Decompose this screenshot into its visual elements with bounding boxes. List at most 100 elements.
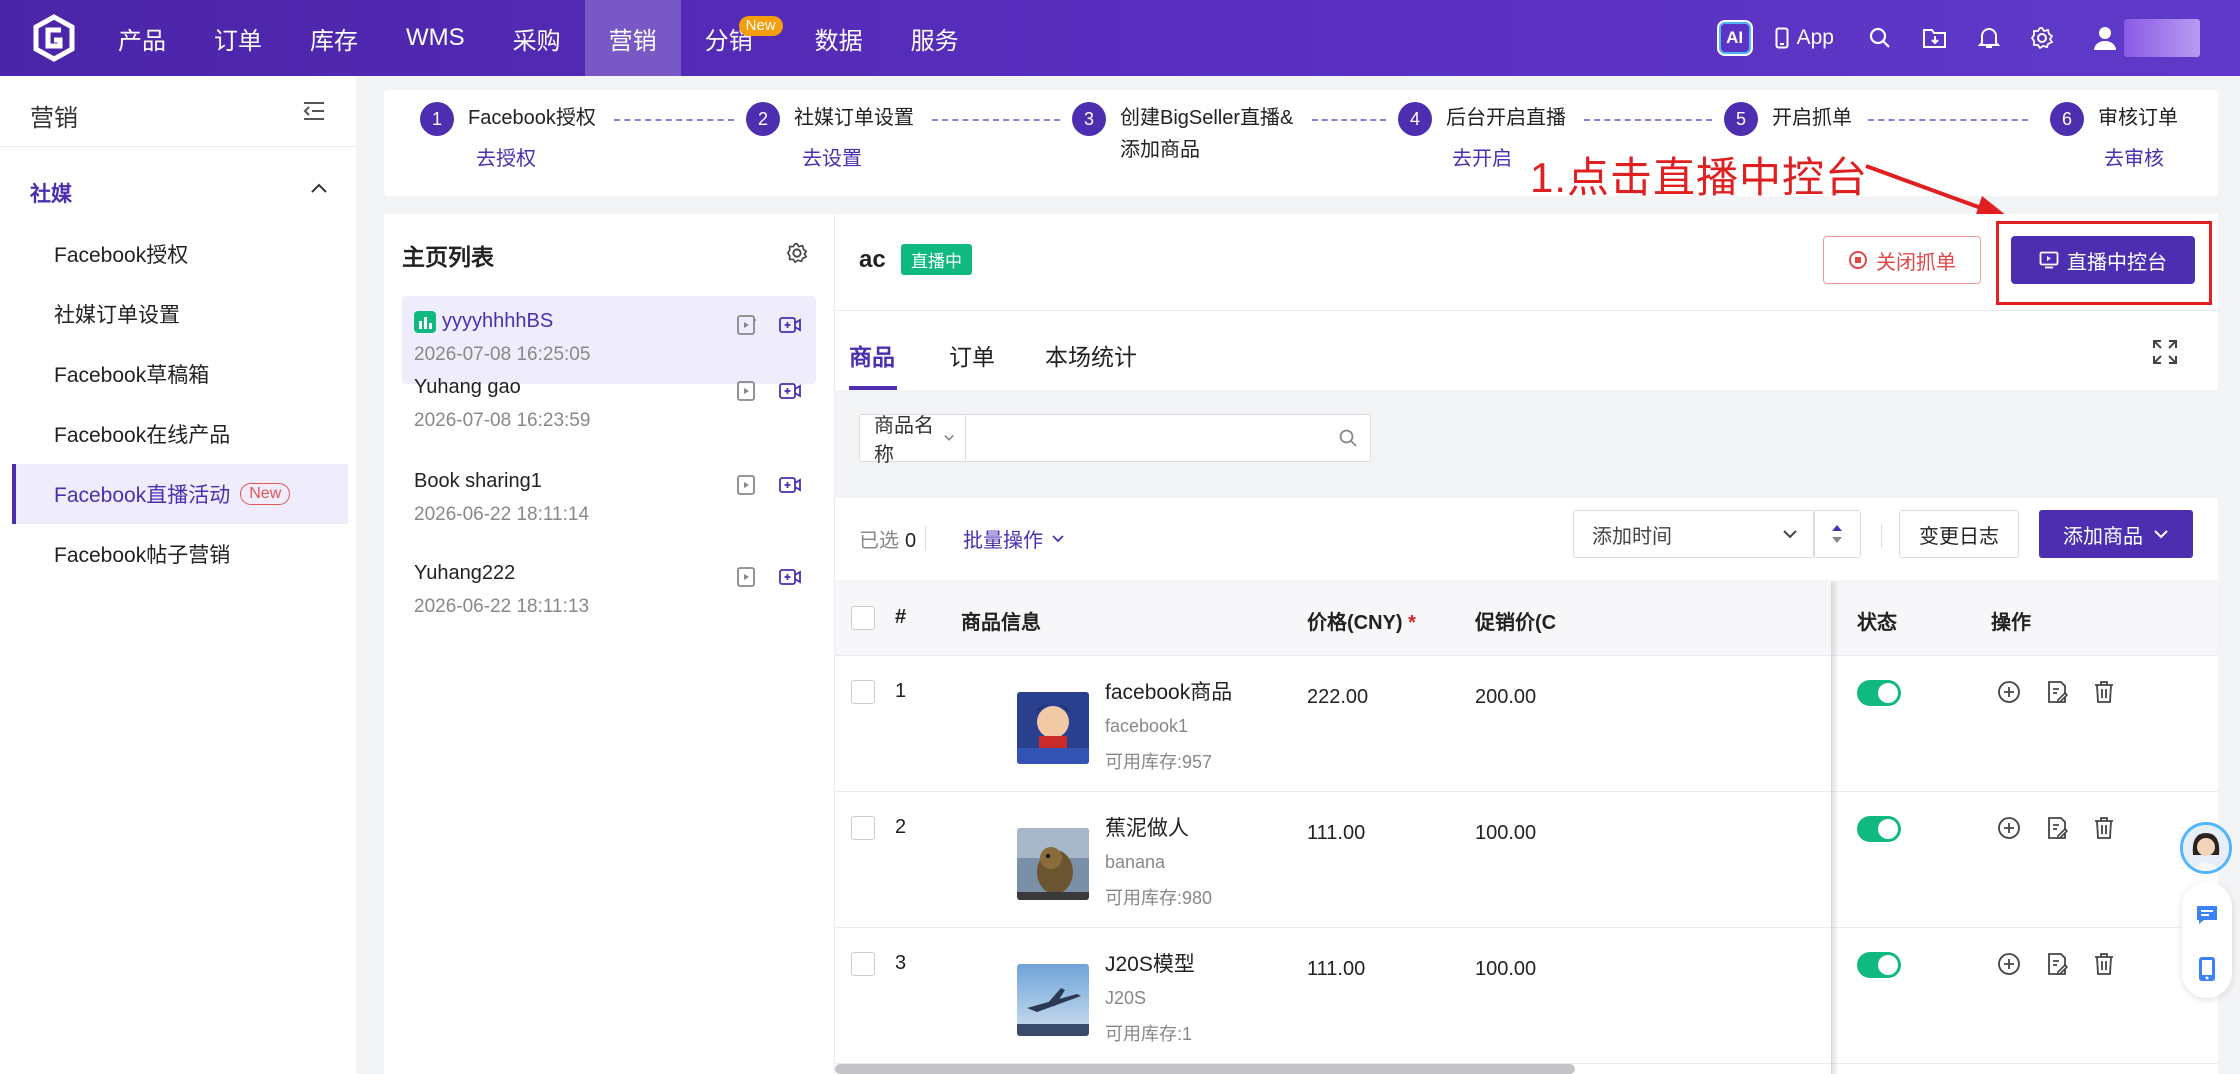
product-image[interactable] [1017,828,1089,900]
list-item[interactable]: Yuhang gao 2026-07-08 16:23:59 [402,362,816,450]
sidebar-item-facebook-online-products[interactable]: Facebook在线产品 [12,404,348,464]
sidebar-item-facebook-live[interactable]: Facebook直播活动 New [12,464,348,524]
add-circle-icon[interactable] [1997,680,2021,704]
product-image[interactable] [1017,692,1089,764]
video-file-icon[interactable] [736,380,758,402]
trash-icon[interactable] [2093,952,2115,976]
trash-icon[interactable] [2093,816,2115,840]
user-menu[interactable] [2092,19,2200,57]
sort-select[interactable]: 添加时间 [1573,510,1815,558]
sidebar-group-social[interactable]: 社媒 [30,178,72,208]
row-checkbox[interactable] [851,816,875,840]
new-badge: New [240,483,291,505]
product-search: 商品名称 [859,414,1371,466]
product-image[interactable] [1017,964,1089,1036]
support-avatar[interactable] [2180,822,2232,874]
tab-session-stats[interactable]: 本场统计 [1045,338,1137,372]
tutorial-annotation: 1.点击直播中控台 [1530,154,1869,201]
stop-capture-button[interactable]: 关闭抓单 [1823,236,1981,284]
step-label: 后台开启直播 [1446,107,1566,129]
add-video-icon[interactable] [778,474,802,496]
status-toggle[interactable] [1857,816,1901,842]
edit-icon[interactable] [2045,952,2069,976]
add-circle-icon[interactable] [1997,952,2021,976]
nav-distribution[interactable]: 分销 New [681,0,783,76]
go-enable-link[interactable]: 去开启 [1452,142,1512,171]
collapse-menu-icon[interactable] [302,100,326,122]
horizontal-scrollbar[interactable] [835,1064,1575,1074]
col-price-label: 价格(CNY) [1307,612,1403,634]
chat-icon[interactable] [2195,904,2219,926]
fullscreen-icon[interactable] [2151,338,2179,366]
col-index: # [895,606,907,628]
nav-data[interactable]: 数据 [791,0,887,76]
mobile-icon[interactable] [2198,956,2216,982]
nav-purchase[interactable]: 采购 [489,0,585,76]
add-video-icon[interactable] [778,314,802,336]
sidebar-item-label: Facebook在线产品 [54,424,231,447]
row-checkbox[interactable] [851,680,875,704]
step-label: 社媒订单设置 [794,107,914,129]
nav-wms[interactable]: WMS [382,0,489,76]
product-name[interactable]: facebook商品 [1105,676,1232,706]
step-label: 开启抓单 [1772,107,1852,129]
nav-product[interactable]: 产品 [94,0,190,76]
step-number: 5 [1724,102,1758,136]
video-file-icon[interactable] [736,566,758,588]
nav-inventory[interactable]: 库存 [286,0,382,76]
app-button[interactable]: App [1775,26,1834,50]
step-number: 4 [1398,102,1432,136]
product-sku: facebook1 [1105,716,1189,736]
phone-icon [1775,27,1789,49]
bell-icon[interactable] [1978,26,2000,50]
trash-icon[interactable] [2093,680,2115,704]
download-folder-icon[interactable] [1922,26,1948,50]
sidebar-item-facebook-post-marketing[interactable]: Facebook帖子营销 [12,524,348,584]
row-checkbox[interactable] [851,952,875,976]
search-icon[interactable] [1868,26,1892,50]
product-name[interactable]: 蕉泥做人 [1105,812,1189,842]
status-toggle[interactable] [1857,952,1901,978]
sort-select-label: 添加时间 [1592,525,1672,548]
video-file-icon[interactable] [736,314,758,336]
video-file-icon[interactable] [736,474,758,496]
gear-icon[interactable] [2030,26,2054,50]
sidebar-item-facebook-drafts[interactable]: Facebook草稿箱 [12,344,348,404]
product-name[interactable]: J20S模型 [1105,948,1195,978]
ai-button[interactable]: AI [1716,20,1753,56]
search-input[interactable] [966,415,1370,461]
nav-marketing[interactable]: 营销 [584,0,681,76]
sidebar-item-facebook-auth[interactable]: Facebook授权 [12,224,348,284]
tab-orders[interactable]: 订单 [949,338,995,372]
go-settings-link[interactable]: 去设置 [802,142,862,171]
bigseller-logo[interactable] [30,14,78,62]
col-promo-price: 促销价(C [1475,612,1557,634]
select-all-checkbox[interactable] [851,606,875,630]
add-video-icon[interactable] [778,380,802,402]
sidebar-item-social-order-settings[interactable]: 社媒订单设置 [12,284,348,344]
go-review-link[interactable]: 去审核 [2104,142,2164,171]
go-authorize-link[interactable]: 去授权 [476,142,536,171]
search-field-select[interactable]: 商品名称 [860,415,966,466]
tab-products[interactable]: 商品 [849,338,895,372]
sort-direction-button[interactable] [1813,510,1861,558]
add-circle-icon[interactable] [1997,816,2021,840]
status-toggle[interactable] [1857,680,1901,706]
change-log-button[interactable]: 变更日志 [1899,510,2019,558]
product-stock: 可用库存:957 [1105,752,1213,772]
step-6: 6 审核订单 [2050,102,2178,136]
nav-order[interactable]: 订单 [190,0,286,76]
page-time: 2026-06-22 18:11:13 [414,596,590,617]
edit-icon[interactable] [2045,816,2069,840]
gear-icon[interactable] [786,242,808,264]
batch-actions-dropdown[interactable]: 批量操作 [963,524,1065,553]
list-item[interactable]: Book sharing1 2026-06-22 18:11:14 [402,456,816,544]
list-item[interactable]: Yuhang222 2026-06-22 18:11:13 [402,548,816,636]
nav-service[interactable]: 服务 [887,0,983,76]
table-row: 1 facebook商品 facebook1 可用库存:957 222.00 2… [835,656,2218,792]
add-product-button[interactable]: 添加商品 [2039,510,2193,558]
chevron-up-icon[interactable] [310,182,328,194]
edit-icon[interactable] [2045,680,2069,704]
divider [925,526,926,550]
add-video-icon[interactable] [778,566,802,588]
